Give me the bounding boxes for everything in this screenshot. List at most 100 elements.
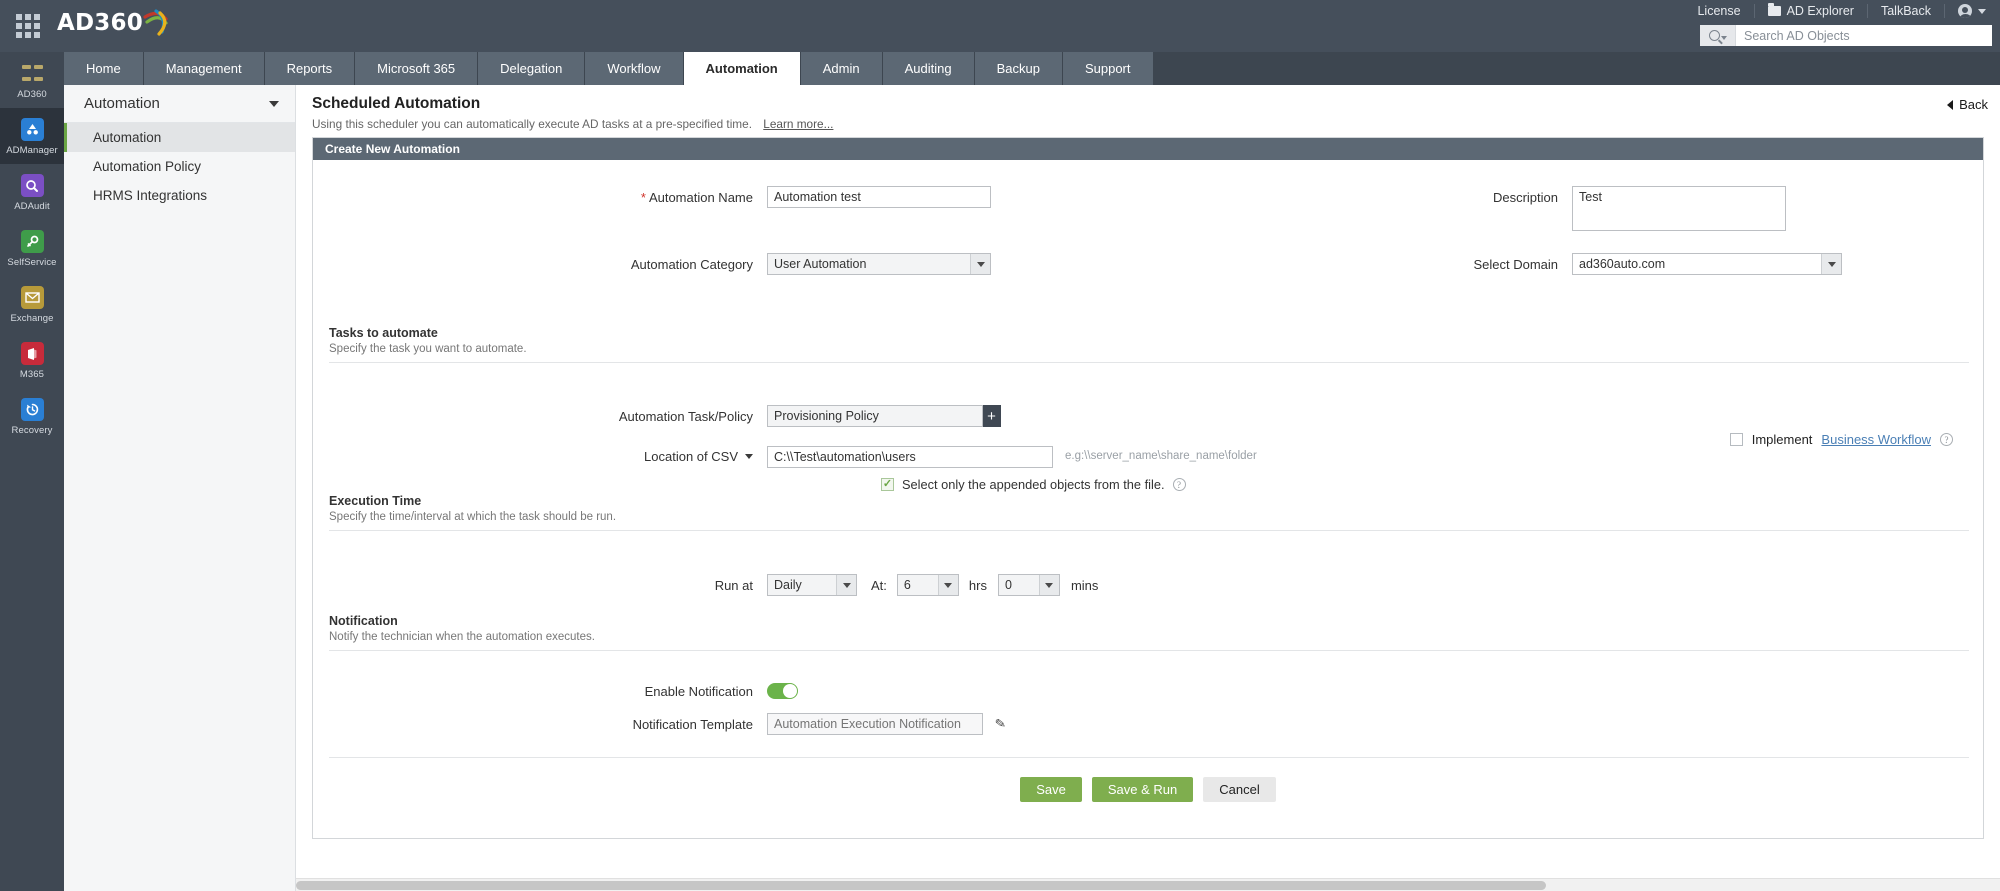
chevron-down-icon[interactable] [836,575,856,595]
tab-reports[interactable]: Reports [265,52,356,85]
rail-item-m365[interactable]: M365 [0,332,64,388]
sidebar-header[interactable]: Automation [64,85,295,123]
add-task-policy-button[interactable]: + [982,405,1001,427]
divider [329,530,1969,531]
business-workflow-link[interactable]: Business Workflow [1821,432,1931,447]
automation-task-policy-select[interactable]: Provisioning Policy [767,405,983,427]
rail-label-recovery: Recovery [12,425,53,436]
enable-notification-toggle[interactable] [767,683,798,699]
rail-item-admanager[interactable]: ADManager [0,108,64,164]
chevron-down-icon[interactable] [269,101,279,107]
form-actions: Save Save & Run Cancel [313,777,1983,802]
cancel-button[interactable]: Cancel [1203,777,1275,802]
rail-item-recovery[interactable]: Recovery [0,388,64,444]
execution-section: Execution Time Specify the time/interval… [329,494,1969,531]
tab-auditing[interactable]: Auditing [883,52,975,85]
select-domain-value: ad360auto.com [1579,257,1665,271]
location-of-csv-label-group[interactable]: Location of CSV [313,446,753,464]
location-of-csv-input[interactable] [767,446,1053,468]
rail-item-selfservice[interactable]: SelfService [0,220,64,276]
content-area: Scheduled Automation Using this schedule… [296,85,2000,891]
scrollbar-thumb[interactable] [296,881,1546,890]
envelope-icon [21,286,44,309]
sidebar-item-automation[interactable]: Automation [64,123,295,152]
description-textarea[interactable] [1572,186,1786,231]
tab-admin[interactable]: Admin [801,52,883,85]
tab-backup[interactable]: Backup [975,52,1063,85]
business-workflow-row: Implement Business Workflow ? [1730,432,1953,447]
chevron-down-icon[interactable] [970,254,990,274]
search-box[interactable] [1700,25,1992,46]
automation-name-label: *Automation Name [313,186,753,205]
business-workflow-checkbox[interactable] [1730,433,1743,446]
rail-label-adaudit: ADAudit [14,201,50,212]
sidebar-item-label: Automation Policy [93,159,201,174]
learn-more-link[interactable]: Learn more... [763,117,833,131]
save-button[interactable]: Save [1020,777,1082,802]
automation-category-select[interactable]: User Automation [767,253,991,275]
chevron-down-icon [1978,9,1986,14]
hours-unit-label: hrs [969,578,987,593]
automation-name-input[interactable] [767,186,991,208]
sidebar-item-label: HRMS Integrations [93,188,207,203]
hours-value: 6 [904,578,911,592]
back-button[interactable]: Back [1947,97,1988,112]
search-input[interactable] [1736,25,1992,46]
tab-workflow[interactable]: Workflow [585,52,683,85]
talkback-link[interactable]: TalkBack [1868,4,1945,18]
sidebar-item-hrms-integrations[interactable]: HRMS Integrations [64,181,295,210]
panel-body: *Automation Name Description Automation … [313,160,1983,838]
ad-explorer-link[interactable]: AD Explorer [1755,4,1868,18]
run-at-label: Run at [313,578,753,593]
business-workflow-prefix: Implement [1752,432,1813,447]
admanager-icon [21,118,44,141]
rail-item-ad360[interactable]: AD360 [0,52,64,108]
tab-management[interactable]: Management [144,52,265,85]
back-label: Back [1959,97,1988,112]
chevron-down-icon[interactable] [1821,254,1841,274]
tab-automation[interactable]: Automation [684,52,801,85]
tab-home[interactable]: Home [64,52,144,85]
tasks-section-subtitle: Specify the task you want to automate. [329,343,1969,355]
notification-template-input[interactable] [767,713,983,735]
sidebar-item-label: Automation [93,130,161,145]
select-domain-select[interactable]: ad360auto.com [1572,253,1842,275]
notification-section: Notification Notify the technician when … [329,614,1969,651]
rail-item-exchange[interactable]: Exchange [0,276,64,332]
tab-delegation[interactable]: Delegation [478,52,585,85]
license-link[interactable]: License [1684,4,1754,18]
appended-objects-checkbox[interactable]: ✓ [881,478,894,491]
product-rail: AD360 ADManager ADAudit SelfService Exch… [0,52,64,891]
chevron-down-icon[interactable] [938,575,958,595]
tasks-section-title: Tasks to automate [329,326,1969,340]
search-icon-button[interactable] [1700,25,1736,46]
minutes-select[interactable]: 0 [998,574,1060,596]
account-menu[interactable] [1945,4,1992,18]
at-label: At: [871,578,887,593]
secondary-sidebar: Automation Automation Automation Policy … [64,85,296,891]
execution-section-title: Execution Time [329,494,1969,508]
app-launcher-grid-icon[interactable] [13,11,43,41]
appended-objects-label: Select only the appended objects from th… [902,477,1165,492]
divider [329,757,1969,758]
chevron-down-icon [1721,36,1727,40]
hours-select[interactable]: 6 [897,574,959,596]
rail-item-adaudit[interactable]: ADAudit [0,164,64,220]
tab-microsoft-365[interactable]: Microsoft 365 [355,52,478,85]
location-of-csv-label: Location of CSV [644,449,738,464]
rail-label-selfservice: SelfService [7,257,56,268]
page-subtitle: Using this scheduler you can automatical… [312,117,752,131]
run-at-frequency-select[interactable]: Daily [767,574,857,596]
enable-notification-label: Enable Notification [313,684,753,699]
help-icon[interactable]: ? [1940,433,1953,446]
save-and-run-button[interactable]: Save & Run [1092,777,1193,802]
chevron-down-icon[interactable] [1039,575,1059,595]
pencil-icon[interactable]: ✎ [994,715,1007,732]
help-icon[interactable]: ? [1173,478,1186,491]
sidebar-item-automation-policy[interactable]: Automation Policy [64,152,295,181]
chevron-down-icon[interactable] [745,454,753,459]
tasks-section: Tasks to automate Specify the task you w… [329,326,1969,363]
ad-explorer-label: AD Explorer [1787,4,1854,18]
horizontal-scrollbar[interactable] [296,878,2000,891]
tab-support[interactable]: Support [1063,52,1154,85]
